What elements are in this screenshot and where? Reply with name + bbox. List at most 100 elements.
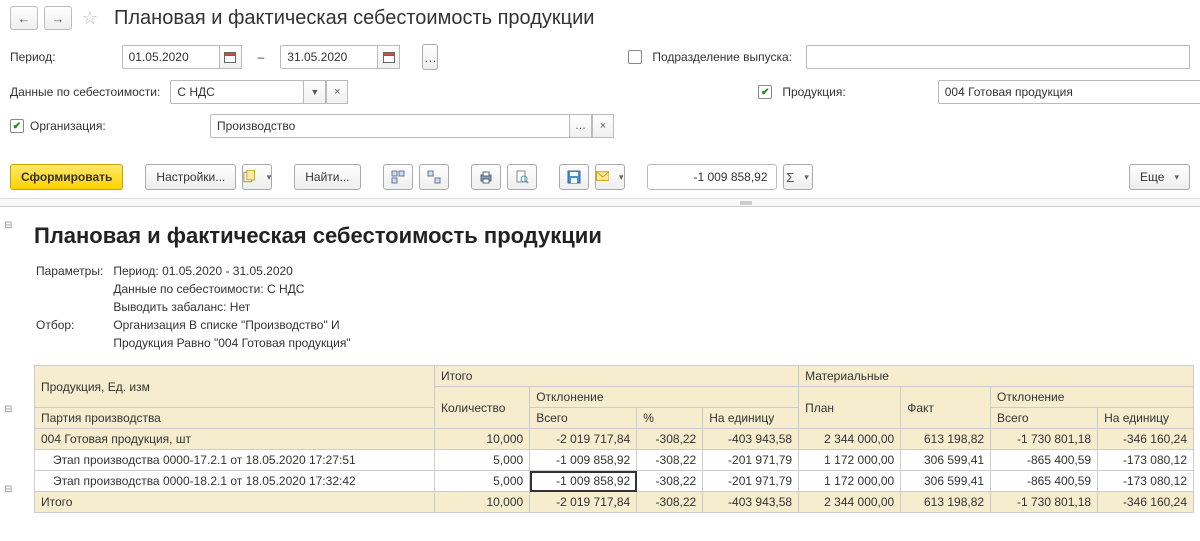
cost-data-label: Данные по себестоимости:: [10, 85, 160, 99]
unit-input[interactable]: [806, 45, 1190, 69]
cell-fact[interactable]: 306 599,41: [901, 471, 991, 492]
col-deviation[interactable]: Отклонение: [530, 387, 799, 408]
run-report-button[interactable]: Сформировать: [10, 164, 123, 190]
cell-mdev-unit[interactable]: -346 160,24: [1098, 429, 1194, 450]
product-checkbox[interactable]: [758, 85, 772, 99]
cell-mdev-unit[interactable]: -173 080,12: [1098, 450, 1194, 471]
cell-dev-total[interactable]: -2 019 717,84: [530, 429, 637, 450]
filter-line: Продукция Равно "004 Готовая продукция": [113, 335, 358, 351]
cell-mdev-total[interactable]: -865 400,59: [991, 471, 1098, 492]
more-button[interactable]: Еще▾: [1129, 164, 1190, 190]
cell-label[interactable]: Этап производства 0000-18.2.1 от 18.05.2…: [35, 471, 435, 492]
col-dev-total[interactable]: Всего: [530, 408, 637, 429]
collapse-groups-button[interactable]: [419, 164, 449, 190]
cell-qty[interactable]: 10,000: [435, 492, 530, 513]
col-plan[interactable]: План: [799, 387, 901, 429]
cell-mdev-total[interactable]: -1 730 801,18: [991, 429, 1098, 450]
cost-data-select[interactable]: С НДС: [170, 80, 304, 104]
cell-dev-unit[interactable]: -403 943,58: [703, 492, 799, 513]
cell-value-readout: -1 009 858,92: [647, 164, 777, 190]
cell-plan[interactable]: 1 172 000,00: [799, 471, 901, 492]
date-to-input[interactable]: 31.05.2020: [280, 45, 378, 69]
params-line: Период: 01.05.2020 - 31.05.2020: [113, 263, 358, 279]
outline-collapse-icon[interactable]: ⊟: [4, 483, 16, 497]
cell-qty[interactable]: 5,000: [435, 450, 530, 471]
outline-gutter[interactable]: ⊟ ⊟ ⊟: [4, 219, 16, 497]
cell-mdev-total[interactable]: -1 730 801,18: [991, 492, 1098, 513]
cell-qty[interactable]: 5,000: [435, 471, 530, 492]
clear-button[interactable]: ×: [326, 80, 348, 104]
cell-dev-unit[interactable]: -403 943,58: [703, 429, 799, 450]
org-choose-button[interactable]: …: [570, 114, 592, 138]
table-row[interactable]: Этап производства 0000-18.2.1 от 18.05.2…: [35, 471, 1194, 492]
cell-dev-pct[interactable]: -308,22: [637, 450, 703, 471]
cell-label[interactable]: 004 Готовая продукция, шт: [35, 429, 435, 450]
outline-collapse-icon[interactable]: ⊟: [4, 219, 16, 233]
calendar-icon[interactable]: [378, 45, 400, 69]
cell-dev-pct[interactable]: -308,22: [637, 492, 703, 513]
table-row[interactable]: Этап производства 0000-17.2.1 от 18.05.2…: [35, 450, 1194, 471]
org-clear-button[interactable]: ×: [592, 114, 614, 138]
email-button[interactable]: ▾: [595, 164, 625, 190]
preview-button[interactable]: [507, 164, 537, 190]
cell-plan[interactable]: 2 344 000,00: [799, 492, 901, 513]
cell-qty[interactable]: 10,000: [435, 429, 530, 450]
period-picker-button[interactable]: …: [422, 44, 438, 70]
col-fact[interactable]: Факт: [901, 387, 991, 429]
page-title: Плановая и фактическая себестоимость про…: [114, 7, 594, 30]
org-checkbox[interactable]: [10, 119, 24, 133]
nav-back-button[interactable]: ←: [10, 6, 38, 30]
date-from-input[interactable]: 01.05.2020: [122, 45, 220, 69]
cell-plan[interactable]: 2 344 000,00: [799, 429, 901, 450]
cell-dev-total[interactable]: -2 019 717,84: [530, 492, 637, 513]
cell-mdev-total[interactable]: -865 400,59: [991, 450, 1098, 471]
col-batch[interactable]: Партия производства: [35, 408, 435, 429]
col-mat-deviation[interactable]: Отклонение: [991, 387, 1194, 408]
calendar-icon[interactable]: [220, 45, 242, 69]
org-input[interactable]: Производство: [210, 114, 570, 138]
product-input[interactable]: 004 Готовая продукция: [938, 80, 1200, 104]
settings-button[interactable]: Настройки...: [145, 164, 236, 190]
nav-forward-button[interactable]: →: [44, 6, 72, 30]
cell-label[interactable]: Итого: [35, 492, 435, 513]
expand-groups-button[interactable]: [383, 164, 413, 190]
col-product[interactable]: Продукция, Ед. изм: [35, 366, 435, 408]
unit-checkbox[interactable]: [628, 50, 642, 64]
cell-dev-pct[interactable]: -308,22: [637, 471, 703, 492]
cell-dev-unit[interactable]: -201 971,79: [703, 450, 799, 471]
col-itogo[interactable]: Итого: [435, 366, 799, 387]
cell-dev-total[interactable]: -1 009 858,92: [530, 450, 637, 471]
table-row[interactable]: 004 Готовая продукция, шт10,000-2 019 71…: [35, 429, 1194, 450]
cell-plan[interactable]: 1 172 000,00: [799, 450, 901, 471]
col-qty[interactable]: Количество: [435, 387, 530, 429]
save-button[interactable]: [559, 164, 589, 190]
report-title: Плановая и фактическая себестоимость про…: [20, 217, 1200, 261]
col-dev-pct[interactable]: %: [637, 408, 703, 429]
cell-dev-unit[interactable]: -201 971,79: [703, 471, 799, 492]
cell-label[interactable]: Этап производства 0000-17.2.1 от 18.05.2…: [35, 450, 435, 471]
cell-fact[interactable]: 613 198,82: [901, 429, 991, 450]
cell-dev-total[interactable]: -1 009 858,92: [530, 471, 637, 492]
favorite-star-icon[interactable]: ☆: [78, 6, 102, 30]
variants-button[interactable]: ▾: [242, 164, 272, 190]
cell-mdev-unit[interactable]: -173 080,12: [1098, 471, 1194, 492]
report-table[interactable]: Продукция, Ед. изм Итого Материальные Ко…: [34, 365, 1194, 513]
col-mdev-unit[interactable]: На единицу: [1098, 408, 1194, 429]
report-parameters: Параметры: Период: 01.05.2020 - 31.05.20…: [20, 261, 1200, 365]
org-label: Организация:: [30, 119, 106, 133]
col-material[interactable]: Материальные: [799, 366, 1194, 387]
cell-mdev-unit[interactable]: -346 160,24: [1098, 492, 1194, 513]
print-button[interactable]: [471, 164, 501, 190]
cell-fact[interactable]: 306 599,41: [901, 450, 991, 471]
col-mdev-total[interactable]: Всего: [991, 408, 1098, 429]
outline-collapse-icon[interactable]: ⊟: [4, 403, 16, 417]
chevron-down-icon[interactable]: ▼: [304, 80, 326, 104]
sigma-icon: Σ: [786, 170, 794, 185]
find-button[interactable]: Найти...: [294, 164, 360, 190]
cell-dev-pct[interactable]: -308,22: [637, 429, 703, 450]
sum-button[interactable]: Σ▾: [783, 164, 813, 190]
table-row[interactable]: Итого10,000-2 019 717,84-308,22-403 943,…: [35, 492, 1194, 513]
cell-fact[interactable]: 613 198,82: [901, 492, 991, 513]
period-label: Период:: [10, 50, 55, 64]
col-dev-unit[interactable]: На единицу: [703, 408, 799, 429]
